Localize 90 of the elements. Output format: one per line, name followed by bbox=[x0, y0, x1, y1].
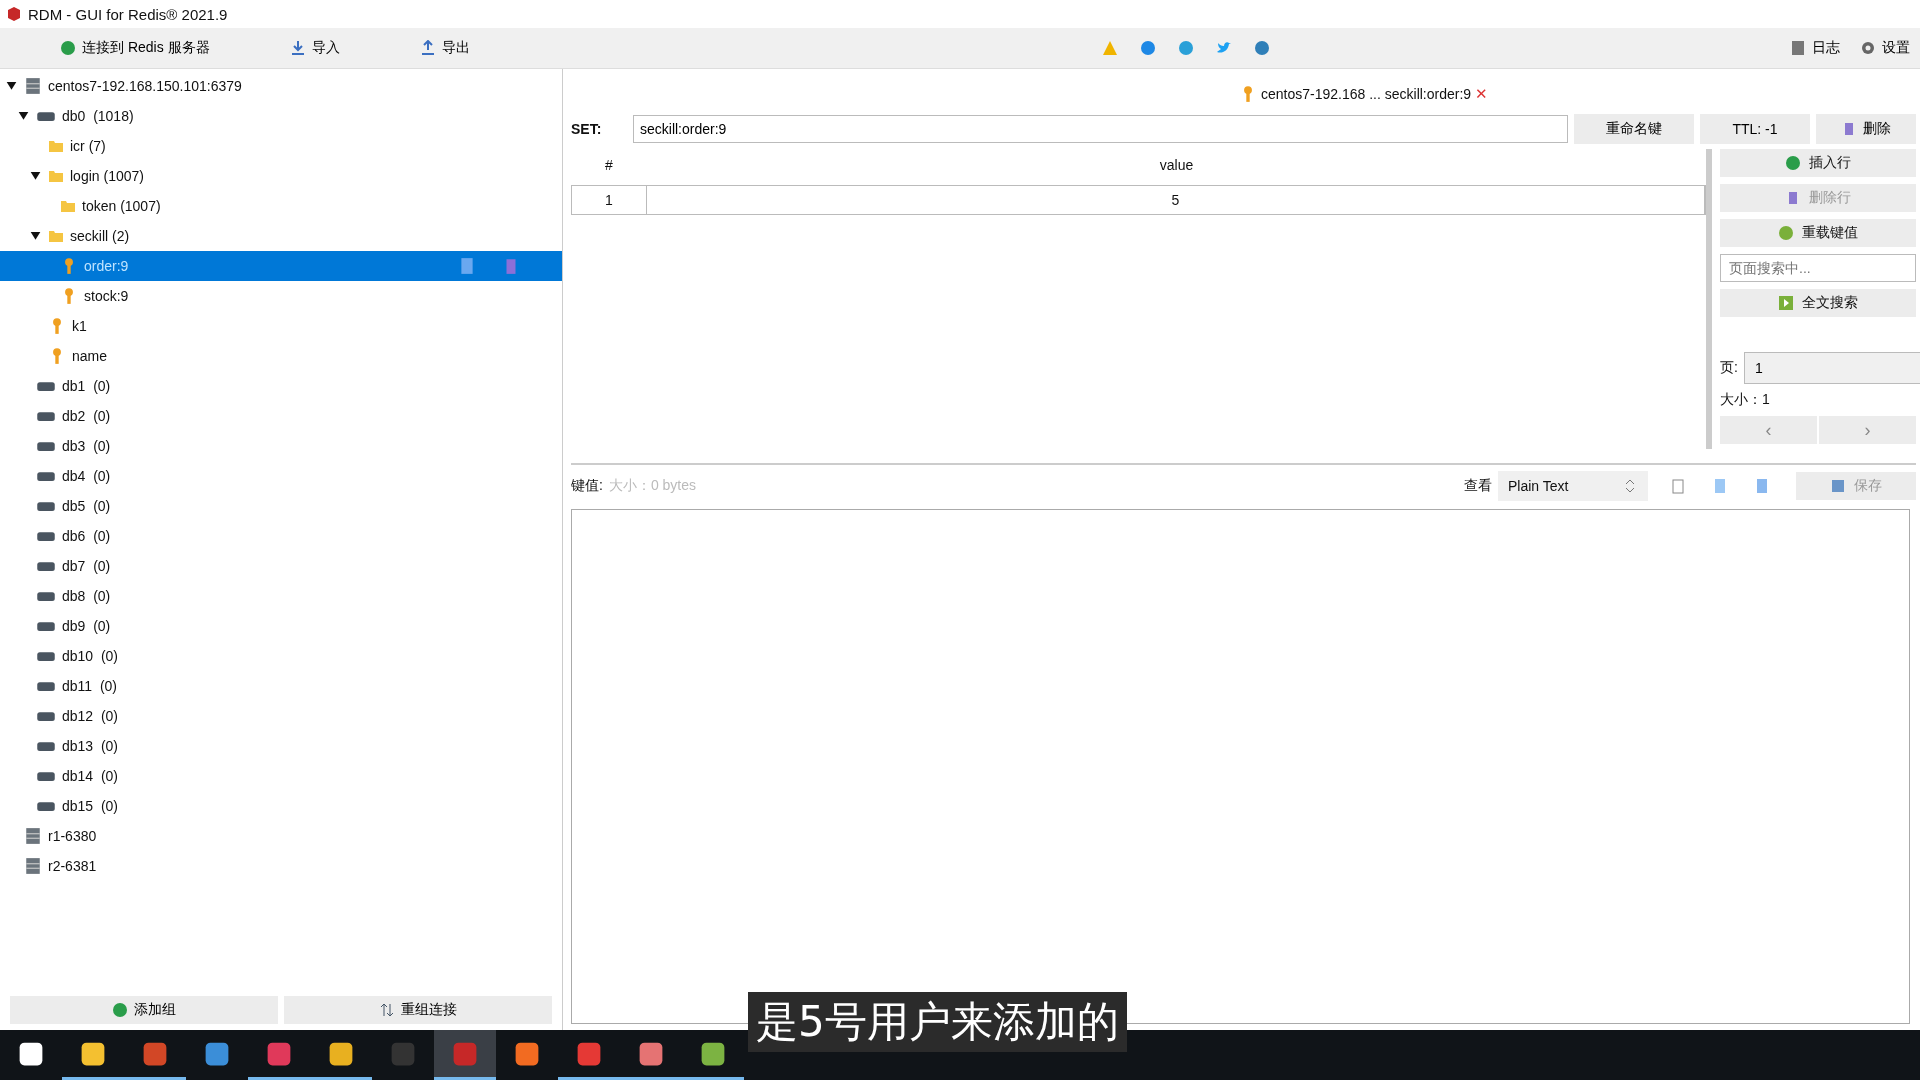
tree-item[interactable]: stock:9 bbox=[0, 281, 562, 311]
server-icon bbox=[24, 77, 42, 95]
export-icon bbox=[419, 40, 436, 56]
key-name-field[interactable]: seckill:order:9 bbox=[633, 115, 1568, 143]
swap-arrows-icon bbox=[379, 1002, 395, 1018]
server-icon bbox=[24, 857, 42, 875]
value-label: 键值: bbox=[571, 477, 603, 495]
toolbar-button[interactable]: 导入 bbox=[279, 35, 350, 61]
column-header: value bbox=[1158, 157, 1195, 173]
tree-item[interactable]: login (1007) bbox=[0, 161, 562, 191]
app-icon bbox=[266, 1040, 292, 1067]
format-select[interactable]: Plain Text bbox=[1498, 471, 1648, 501]
tree-item[interactable]: centos7-192.168.150.101:6379 bbox=[0, 71, 562, 101]
tree-item[interactable]: db5 (0) bbox=[0, 491, 562, 521]
app-icon bbox=[514, 1040, 540, 1067]
file-icon bbox=[1754, 478, 1770, 494]
page-label: 页: bbox=[1720, 359, 1738, 377]
tree-item[interactable]: db7 (0) bbox=[0, 551, 562, 581]
ttl-button[interactable]: TTL: -1 bbox=[1700, 114, 1810, 144]
caret-down-icon bbox=[18, 109, 29, 121]
column-header: # bbox=[604, 157, 614, 173]
reconnect-button[interactable]: 重组连接 bbox=[284, 996, 552, 1024]
table-cell: 1 bbox=[572, 186, 647, 214]
tree-item[interactable]: db9 (0) bbox=[0, 611, 562, 641]
caret-down-icon bbox=[30, 169, 41, 181]
folder-icon bbox=[48, 138, 64, 154]
app-icon bbox=[576, 1040, 602, 1067]
tree-item[interactable]: db6 (0) bbox=[0, 521, 562, 551]
app-icon bbox=[638, 1040, 664, 1067]
value-size-label: 大小：0 bytes bbox=[608, 477, 697, 495]
folder-icon bbox=[60, 198, 76, 214]
window-title: RDM - GUI for Redis® 2021.9 bbox=[28, 5, 228, 23]
tree-item[interactable]: token (1007) bbox=[0, 191, 562, 221]
size-label: 大小：1 bbox=[1720, 391, 1771, 409]
rename-button[interactable]: 重命名键 bbox=[1574, 114, 1694, 144]
table-cell: 5 bbox=[647, 186, 1705, 214]
toolbar-button[interactable]: 日志 bbox=[1780, 35, 1850, 61]
folder-icon bbox=[48, 168, 64, 184]
warning-icon bbox=[1102, 40, 1118, 56]
key-type-label: SET: bbox=[571, 121, 603, 137]
import-icon bbox=[289, 40, 306, 56]
tree-item[interactable]: seckill (2) bbox=[0, 221, 562, 251]
app-icon bbox=[328, 1040, 354, 1067]
app-icon bbox=[700, 1040, 726, 1067]
tree-item[interactable]: db2 (0) bbox=[0, 401, 562, 431]
tree-item[interactable]: db15 (0) bbox=[0, 791, 562, 821]
tree-item[interactable]: db10 (0) bbox=[0, 641, 562, 671]
toolbar-button[interactable]: 连接到 Redis 服务器 bbox=[50, 35, 220, 61]
tree-item[interactable]: db0 (1018) bbox=[0, 101, 562, 131]
toolbar-button[interactable]: 设置 bbox=[1850, 35, 1920, 61]
row-action-button[interactable]: 重载键值 bbox=[1720, 219, 1916, 247]
caret-down-icon bbox=[30, 229, 41, 241]
tree-item[interactable]: db11 (0) bbox=[0, 671, 562, 701]
add-group-button[interactable]: 添加组 bbox=[10, 996, 278, 1024]
tree-item[interactable]: db13 (0) bbox=[0, 731, 562, 761]
fulltext-search-button[interactable]: 全文搜索 bbox=[1720, 289, 1916, 317]
delete-button[interactable]: 删除 bbox=[1816, 114, 1916, 144]
view-label: 查看 bbox=[1464, 477, 1492, 495]
video-subtitle: 是5号用户来添加的 bbox=[748, 992, 1127, 1052]
app-icon bbox=[452, 1040, 478, 1067]
settings-icon bbox=[1860, 40, 1876, 56]
tree-item[interactable]: db8 (0) bbox=[0, 581, 562, 611]
tree-item[interactable]: name bbox=[0, 341, 562, 371]
tree-item[interactable]: db12 (0) bbox=[0, 701, 562, 731]
tree-item[interactable]: db14 (0) bbox=[0, 761, 562, 791]
tree-item[interactable]: icr (7) bbox=[0, 131, 562, 161]
tree-item[interactable]: r1-6380 bbox=[0, 821, 562, 851]
bird-icon bbox=[1216, 40, 1232, 56]
tree-item[interactable]: db1 (0) bbox=[0, 371, 562, 401]
app-logo-icon bbox=[6, 6, 22, 22]
app-icon bbox=[18, 1040, 44, 1067]
tree-item[interactable]: db4 (0) bbox=[0, 461, 562, 491]
tree-item[interactable]: db3 (0) bbox=[0, 431, 562, 461]
close-icon[interactable]: ✕ bbox=[1475, 85, 1489, 103]
caret-down-icon bbox=[6, 79, 17, 91]
tree-item[interactable]: k1 bbox=[0, 311, 562, 341]
app-icon bbox=[142, 1040, 168, 1067]
app-icon bbox=[390, 1040, 416, 1067]
row-action-button[interactable]: 插入行 bbox=[1720, 149, 1916, 177]
clipboard-icon bbox=[1670, 478, 1686, 494]
page-field[interactable]: 1 bbox=[1743, 352, 1920, 384]
play-square-icon bbox=[1778, 295, 1794, 311]
app-icon bbox=[204, 1040, 230, 1067]
folder-icon bbox=[48, 228, 64, 244]
server-icon bbox=[24, 827, 42, 845]
file-link-icon bbox=[458, 257, 476, 275]
app-icon bbox=[80, 1040, 106, 1067]
toolbar-button[interactable]: 导出 bbox=[409, 35, 480, 61]
page-search-field[interactable]: 页面搜索中... bbox=[1720, 254, 1916, 282]
tree-item[interactable]: r2-6381 bbox=[0, 851, 562, 881]
